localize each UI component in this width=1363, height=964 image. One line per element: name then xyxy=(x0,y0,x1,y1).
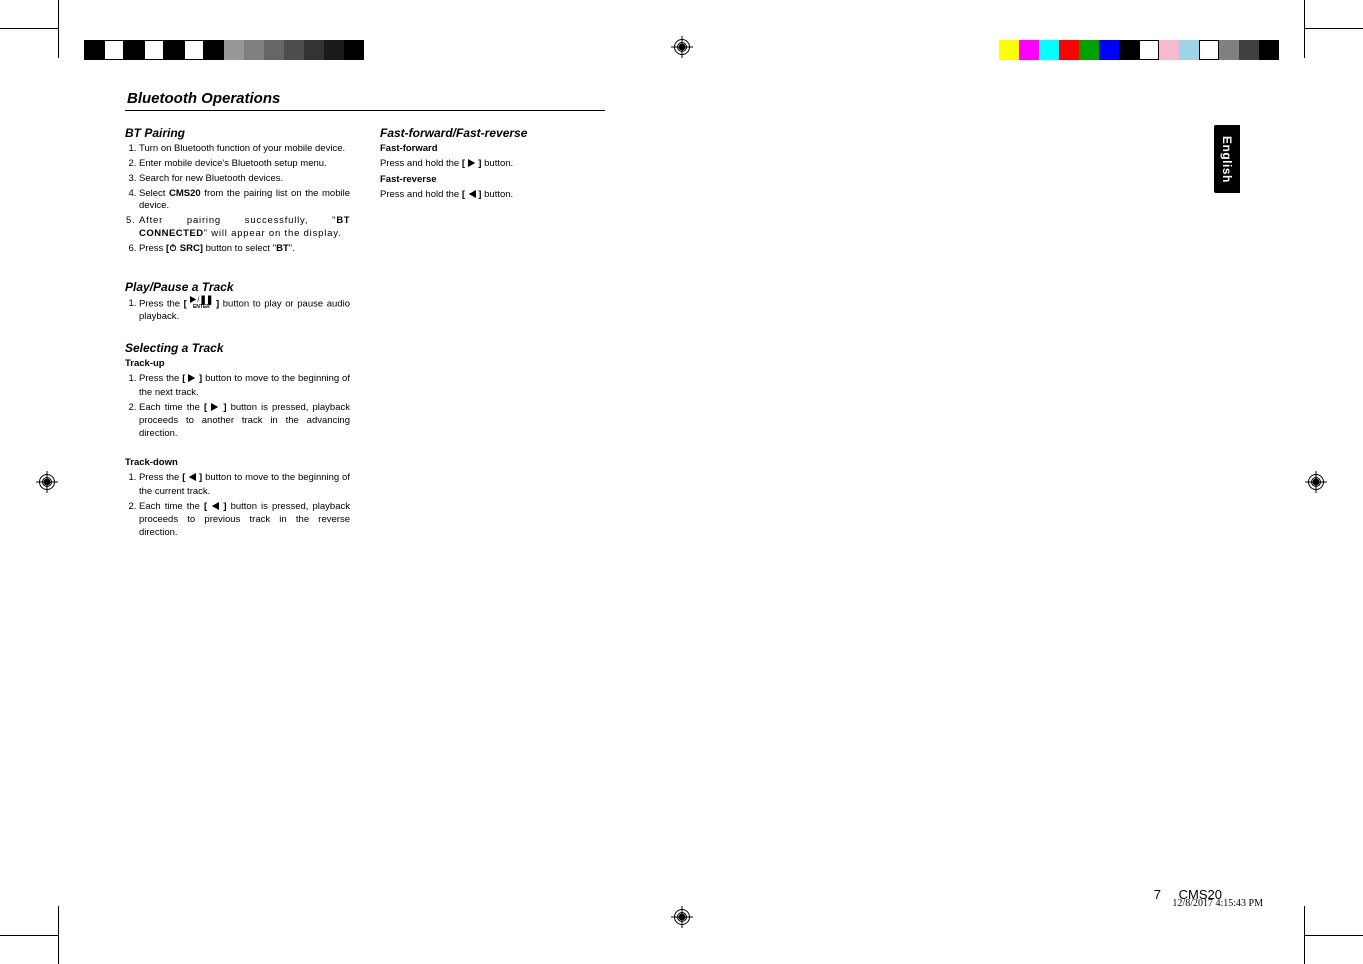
pair-step: Turn on Bluetooth function of your mobil… xyxy=(139,143,350,156)
registration-mark-icon xyxy=(1305,471,1327,493)
trackdown-label: Track-down xyxy=(125,457,350,470)
button-bracket: [ xyxy=(184,298,191,309)
pair-step: Press [ SRC] button to select "BT". xyxy=(139,243,350,257)
columns: BT Pairing Turn on Bluetooth function of… xyxy=(125,125,1240,550)
registration-mark-icon xyxy=(671,36,693,58)
text: Press and hold the xyxy=(380,158,462,169)
trackdown-step: Press the [ ] button to move to the begi… xyxy=(139,472,350,499)
page-content: Bluetooth Operations BT Pairing Turn on … xyxy=(125,90,1240,910)
crop-mark xyxy=(1304,0,1305,58)
button-bracket: ] xyxy=(219,501,226,512)
play-step: Press the [ /❚❚ENTER ] button to play or… xyxy=(139,297,350,324)
crop-mark xyxy=(0,28,58,29)
text: button. xyxy=(481,189,513,200)
button-ref: SRC] xyxy=(177,243,203,254)
fr-label: Fast-reverse xyxy=(380,174,605,187)
pair-step: Search for new Bluetooth devices. xyxy=(139,173,350,186)
pair-step: Select CMS20 from the pairing list on th… xyxy=(139,188,350,214)
print-timestamp: 12/8/2017 4:15:43 PM xyxy=(1172,898,1263,909)
text: Press the xyxy=(139,472,182,483)
play-enter-icon: /❚❚ENTER xyxy=(190,296,212,310)
text: Press the xyxy=(139,373,182,384)
crop-mark xyxy=(1304,906,1305,964)
color-bars-left xyxy=(84,40,364,60)
trackup-step: Press the [ ] button to move to the begi… xyxy=(139,373,350,400)
page-number: 7 xyxy=(1154,887,1161,902)
pairing-steps: Turn on Bluetooth function of your mobil… xyxy=(125,143,350,257)
trackup-steps: Press the [ ] button to move to the begi… xyxy=(125,373,350,441)
trackup-label: Track-up xyxy=(125,358,350,371)
section-title: Bluetooth Operations xyxy=(127,90,1240,107)
crop-mark xyxy=(58,906,59,964)
button-bracket: ] xyxy=(219,402,226,413)
registration-mark-icon xyxy=(36,471,58,493)
heading-ff-fr: Fast-forward/Fast-reverse xyxy=(380,125,605,141)
next-track-icon xyxy=(188,374,196,387)
trackdown-step: Each time the [ ] button is pressed, pla… xyxy=(139,501,350,540)
heading-bt-pairing: BT Pairing xyxy=(125,125,350,141)
pair-step: Enter mobile device's Bluetooth setup me… xyxy=(139,158,350,171)
column-1: BT Pairing Turn on Bluetooth function of… xyxy=(125,125,350,550)
text: Press xyxy=(139,243,166,254)
crop-mark xyxy=(0,935,58,936)
crop-mark xyxy=(1305,28,1363,29)
crop-mark xyxy=(1305,935,1363,936)
play-steps: Press the [ /❚❚ENTER ] button to play or… xyxy=(125,297,350,324)
pause-icon: ❚❚ xyxy=(199,296,212,303)
text: Each time the xyxy=(139,501,204,512)
text: Press and hold the xyxy=(380,189,462,200)
trackup-step: Each time the [ ] button is pressed, pla… xyxy=(139,402,350,441)
power-icon xyxy=(169,243,177,257)
column-2: Fast-forward/Fast-reverse Fast-forward P… xyxy=(380,125,605,550)
text: ". xyxy=(289,243,295,254)
trackdown-steps: Press the [ ] button to move to the begi… xyxy=(125,472,350,540)
text: button. xyxy=(481,158,513,169)
text: Each time the xyxy=(139,402,204,413)
ff-line: Press and hold the [ ] button. xyxy=(380,158,605,172)
prev-track-icon xyxy=(188,473,196,486)
button-bracket: [ xyxy=(204,501,211,512)
ff-label: Fast-forward xyxy=(380,143,605,156)
text: Select xyxy=(139,188,169,199)
fast-forward-icon xyxy=(468,159,476,172)
enter-label: ENTER xyxy=(193,304,210,310)
text: Press the xyxy=(139,298,184,309)
play-icon xyxy=(190,296,197,304)
text: " will appear on the display. xyxy=(204,228,342,239)
heading-play-pause: Play/Pause a Track xyxy=(125,279,350,295)
crop-mark xyxy=(58,0,59,58)
model-name: CMS20 xyxy=(169,188,201,199)
text: button to select " xyxy=(203,243,276,254)
section-rule xyxy=(125,110,605,111)
heading-selecting-track: Selecting a Track xyxy=(125,340,350,356)
color-bars-right xyxy=(999,40,1279,60)
fast-reverse-icon xyxy=(468,190,476,203)
text: After pairing successfully, " xyxy=(139,215,336,226)
button-bracket: [ xyxy=(204,402,211,413)
language-tab: English xyxy=(1214,125,1240,193)
fr-line: Press and hold the [ ] button. xyxy=(380,189,605,203)
pair-step: After pairing successfully, "BT CONNECTE… xyxy=(139,215,350,241)
mode-name: BT xyxy=(276,243,289,254)
